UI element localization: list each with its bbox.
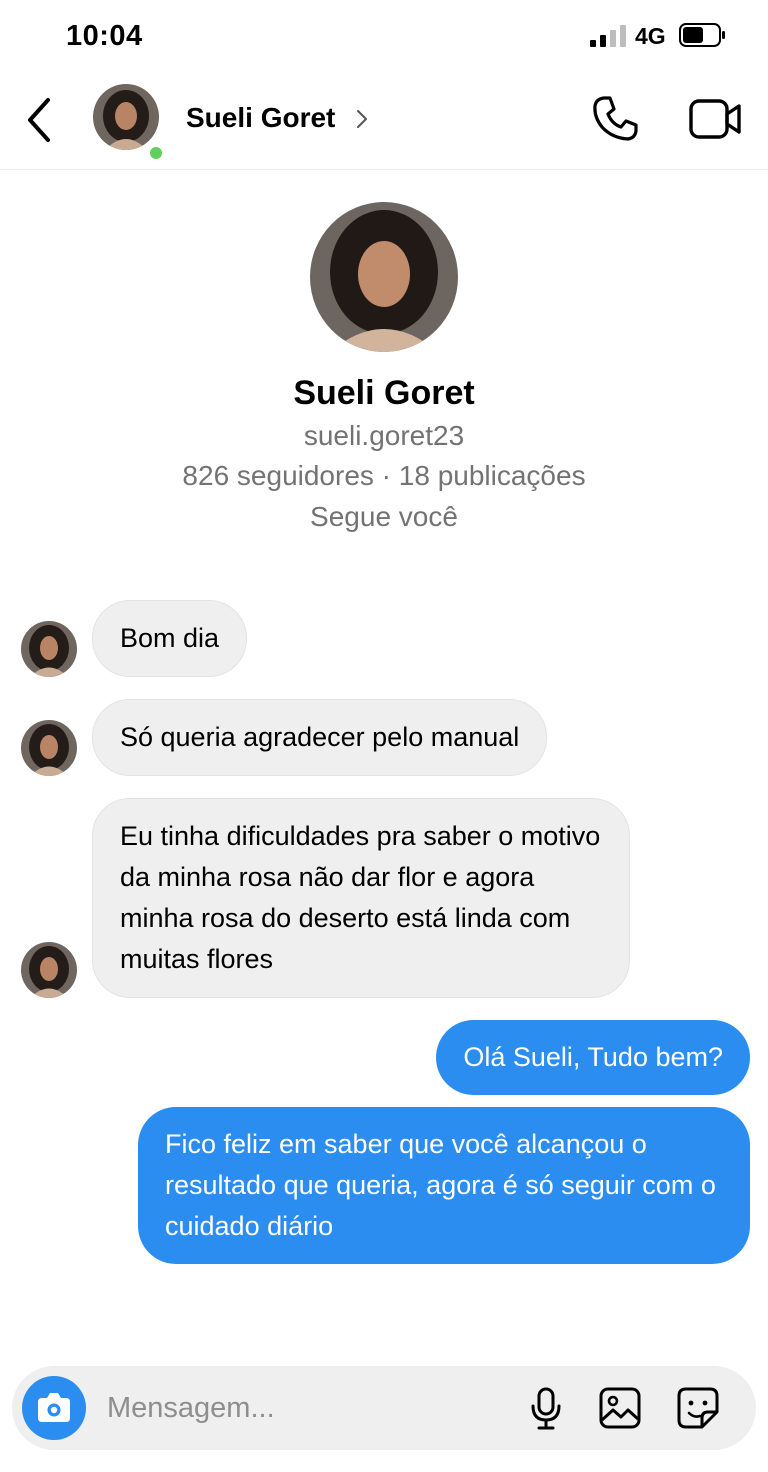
- video-camera-icon[interactable]: [688, 96, 742, 142]
- message-input[interactable]: [107, 1388, 497, 1428]
- camera-icon: [38, 1393, 70, 1422]
- profile-stats: 826 seguidores · 18 publicações: [182, 460, 586, 491]
- message-bubble-incoming[interactable]: Só queria agradecer pelo manual: [92, 699, 548, 776]
- profile-username: sueli.goret23: [303, 420, 465, 451]
- avatar[interactable]: [21, 942, 77, 998]
- sticker-icon[interactable]: [676, 1386, 720, 1430]
- header-contact-name[interactable]: Sueli Goret: [186, 102, 335, 134]
- message-bubble-outgoing[interactable]: Olá Sueli, Tudo bem?: [436, 1020, 750, 1095]
- status-bar: 10:04 4G: [0, 0, 768, 72]
- chat-header: Sueli Goret: [0, 72, 768, 170]
- avatar: [93, 84, 159, 150]
- battery-icon: [679, 23, 725, 47]
- profile-name: Sueli Goret: [293, 374, 475, 412]
- signal-icon: [590, 25, 626, 47]
- phone-icon[interactable]: [590, 94, 640, 144]
- avatar[interactable]: [21, 720, 77, 776]
- avatar-image: [21, 720, 77, 776]
- gallery-icon[interactable]: [598, 1386, 642, 1430]
- message-bubble-outgoing[interactable]: Fico feliz em saber que você alcançou o …: [138, 1107, 750, 1264]
- status-time: 10:04: [66, 20, 143, 52]
- avatar[interactable]: [21, 621, 77, 677]
- header-avatar[interactable]: [93, 84, 165, 162]
- chevron-right-icon[interactable]: [354, 107, 370, 131]
- profile-photo-image: [310, 202, 458, 352]
- profile-photo[interactable]: [310, 202, 458, 352]
- online-status-dot: [147, 144, 165, 162]
- message-bubble-incoming[interactable]: Eu tinha dificuldades pra saber o motivo…: [92, 798, 630, 998]
- network-label: 4G: [635, 23, 666, 49]
- microphone-icon[interactable]: [529, 1386, 563, 1432]
- avatar-image: [93, 84, 159, 150]
- message-bubble-incoming[interactable]: Bom dia: [92, 600, 248, 677]
- camera-button[interactable]: [22, 1376, 86, 1440]
- back-chevron-icon[interactable]: [20, 96, 58, 144]
- follows-you-label: Segue você: [310, 501, 458, 532]
- avatar-image: [21, 621, 77, 677]
- avatar-image: [21, 942, 77, 998]
- message-composer: [12, 1366, 756, 1450]
